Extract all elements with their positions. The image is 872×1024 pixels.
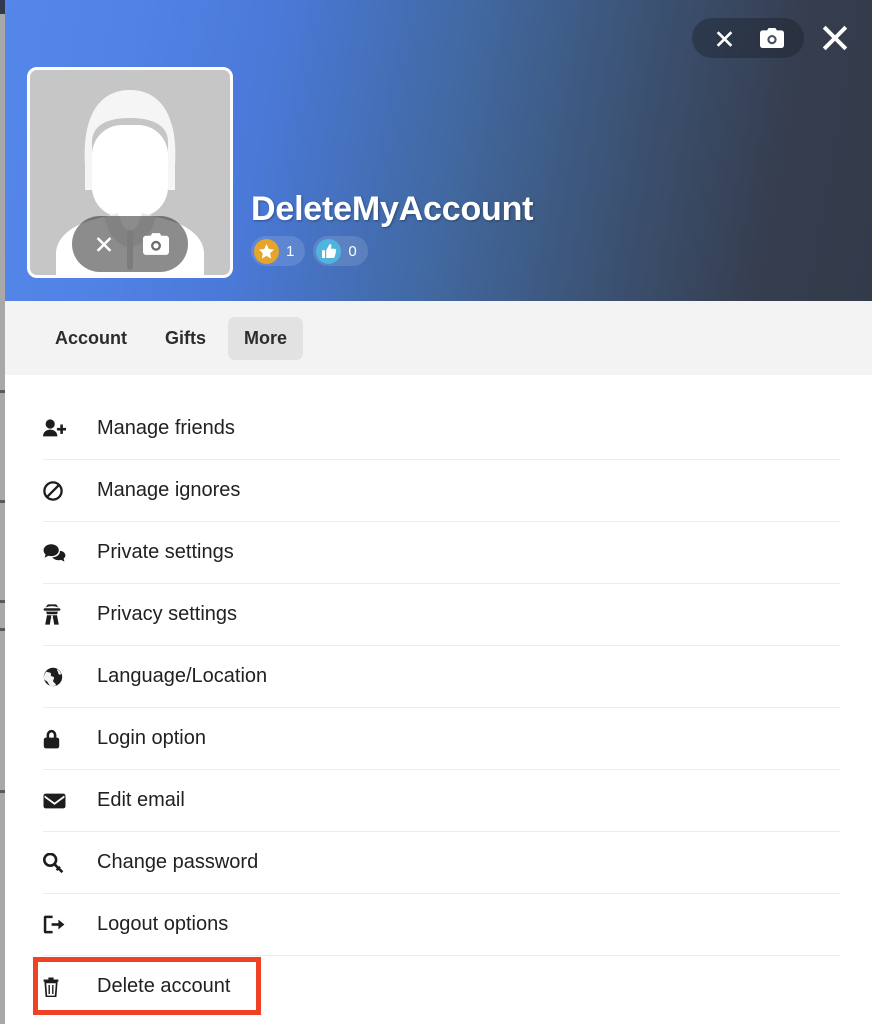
remove-avatar-button[interactable] — [78, 216, 130, 272]
menu-item-private-settings[interactable]: Private settings — [43, 521, 840, 583]
menu-item-label: Delete account — [97, 975, 231, 997]
trash-icon — [43, 977, 77, 997]
status-badge-reputation[interactable]: 1 — [251, 236, 306, 266]
close-dialog-button[interactable] — [818, 20, 852, 56]
menu-item-label: Privacy settings — [97, 603, 238, 625]
menu-item-label: Change password — [97, 851, 259, 873]
key-icon — [43, 852, 77, 873]
profile-header-banner: DeleteMyAccount 1 0 — [5, 0, 872, 301]
menu-item-login-option[interactable]: Login option — [43, 707, 840, 769]
profile-badges: 1 0 — [251, 236, 533, 266]
change-avatar-button[interactable] — [130, 216, 182, 272]
scrollbar-tick — [0, 628, 5, 631]
avatar[interactable] — [27, 67, 233, 278]
menu-item-privacy-settings[interactable]: Privacy settings — [43, 583, 840, 645]
menu-item-change-password[interactable]: Change password — [43, 831, 840, 893]
page-title: DeleteMyAccount — [251, 190, 534, 228]
cover-photo-button-group — [692, 18, 804, 58]
user-plus-icon — [43, 419, 77, 437]
comments-icon — [43, 543, 77, 562]
menu-item-label: Private settings — [97, 541, 234, 563]
remove-cover-photo-button[interactable] — [700, 18, 748, 58]
menu-item-label: Edit email — [97, 789, 185, 811]
tab-more[interactable]: More — [228, 316, 304, 360]
profile-identity: DeleteMyAccount 1 0 — [251, 188, 533, 266]
sign-out-icon — [43, 915, 77, 934]
envelope-icon — [43, 793, 77, 809]
cover-photo-controls — [692, 18, 852, 58]
menu-item-language-location[interactable]: Language/Location — [43, 645, 840, 707]
star-icon — [254, 238, 279, 264]
menu-item-manage-ignores[interactable]: Manage ignores — [43, 459, 840, 521]
menu-item-label: Language/Location — [97, 665, 268, 687]
scrollbar-tick — [0, 500, 5, 503]
page-scrollbar-rail[interactable] — [0, 0, 5, 1024]
globe-icon — [43, 667, 77, 687]
status-badge-reputation-count: 1 — [286, 242, 295, 260]
scrollbar-tick — [0, 600, 5, 603]
menu-item-label: Manage ignores — [97, 479, 241, 501]
lock-icon — [43, 729, 77, 749]
menu-item-logout-options[interactable]: Logout options — [43, 893, 840, 955]
change-cover-photo-button[interactable] — [748, 18, 796, 58]
menu-item-label: Login option — [97, 727, 206, 749]
scrollbar-tick — [0, 790, 5, 793]
menu-item-delete-account[interactable]: Delete account — [43, 955, 840, 1017]
menu-item-edit-email[interactable]: Edit email — [43, 769, 840, 831]
tab-gifts[interactable]: Gifts — [149, 317, 222, 360]
ban-icon — [43, 480, 77, 501]
status-badge-likes[interactable]: 0 — [313, 236, 368, 266]
avatar-photo-controls — [72, 216, 188, 272]
tab-account[interactable]: Account — [39, 317, 143, 360]
more-settings-menu: Manage friends Manage ignores Private se… — [5, 375, 872, 1017]
profile-tabbar: Account Gifts More — [5, 301, 872, 375]
scrollbar-tick — [0, 390, 5, 393]
scrollbar-top-cap — [0, 0, 5, 14]
thumbs-up-icon — [316, 238, 342, 264]
menu-item-manage-friends[interactable]: Manage friends — [43, 397, 840, 459]
menu-item-label: Logout options — [97, 913, 229, 935]
status-badge-likes-count: 0 — [348, 242, 357, 260]
menu-item-label: Manage friends — [97, 416, 235, 439]
user-secret-icon — [43, 604, 77, 625]
